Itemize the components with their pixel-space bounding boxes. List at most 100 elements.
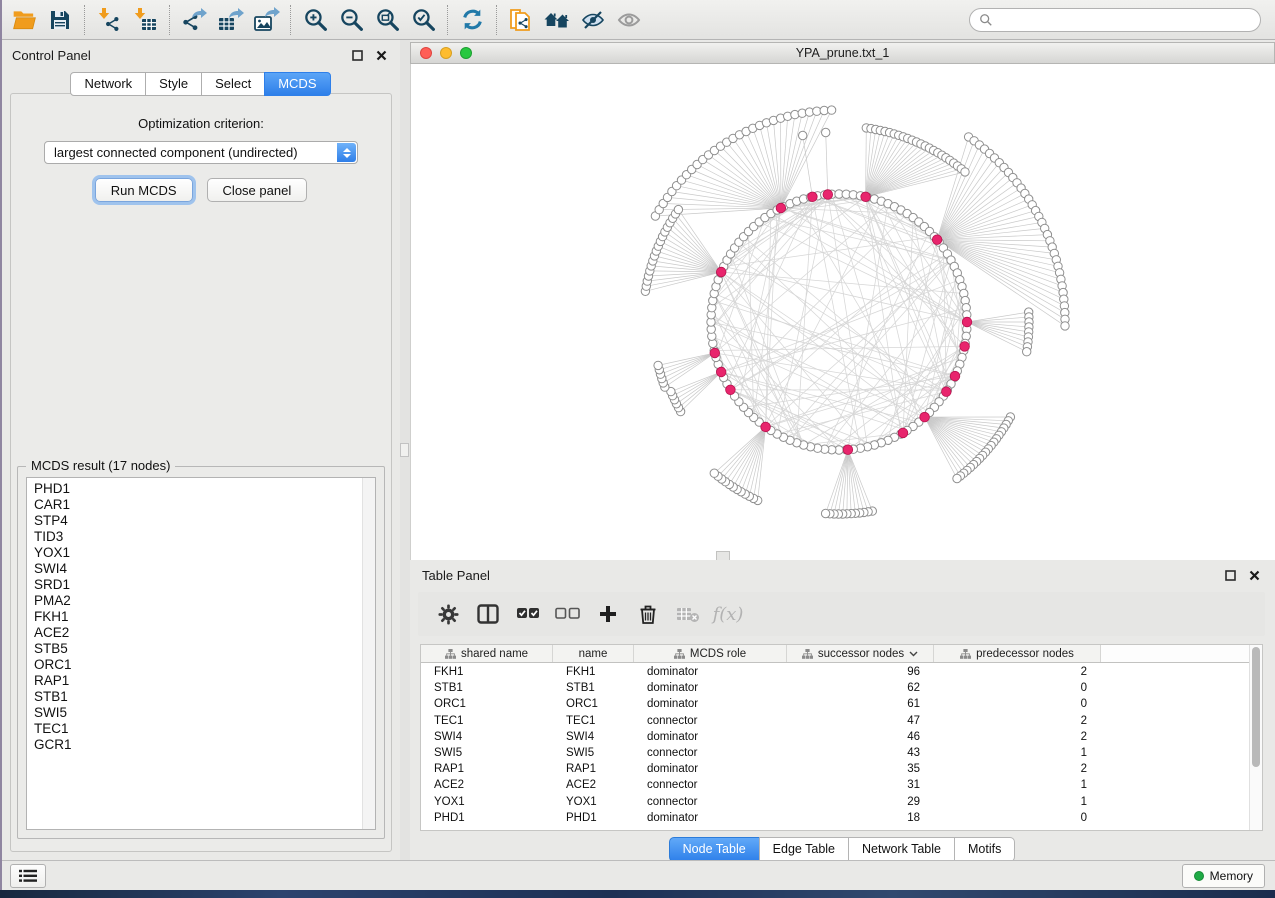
table-row[interactable]: STB1STB1dominator620	[421, 680, 1249, 696]
delete-columns-button[interactable]	[628, 596, 668, 632]
mcds-result-item[interactable]: PHD1	[34, 481, 375, 497]
tab-network[interactable]: Network	[70, 72, 146, 96]
window-close-icon[interactable]	[420, 47, 432, 59]
memory-button[interactable]: Memory	[1182, 864, 1265, 888]
sort-chevron-icon	[909, 651, 918, 657]
hide-selected-button[interactable]	[575, 3, 611, 37]
hide-selected-icon	[580, 8, 606, 32]
table-panel-close-button[interactable]	[1246, 567, 1263, 584]
import-network-file-button[interactable]	[91, 3, 127, 37]
mcds-result-item[interactable]: FKH1	[34, 609, 375, 625]
tab-style[interactable]: Style	[145, 72, 202, 96]
mcds-result-item[interactable]: TEC1	[34, 721, 375, 737]
table-row[interactable]: YOX1YOX1connector291	[421, 794, 1249, 810]
zoom-selected-button[interactable]	[405, 3, 441, 37]
panel-divider[interactable]	[400, 40, 410, 860]
table-row[interactable]: TEC1TEC1connector472	[421, 713, 1249, 729]
zoom-fit-button[interactable]	[369, 3, 405, 37]
network-canvas[interactable]	[410, 64, 1275, 560]
tab-select[interactable]: Select	[201, 72, 265, 96]
mcds-panel: Optimization criterion: largest connecte…	[10, 93, 392, 852]
run-mcds-button[interactable]: Run MCDS	[95, 178, 193, 202]
column-header-shared-name[interactable]: shared name	[421, 645, 553, 662]
table-cell: 1	[934, 779, 1101, 791]
zoom-out-button[interactable]	[333, 3, 369, 37]
panel-list-button[interactable]	[10, 864, 46, 888]
toolbar-separator	[290, 5, 291, 35]
mcds-result-item[interactable]: YOX1	[34, 545, 375, 561]
control-panel-close-button[interactable]	[373, 47, 390, 64]
tab-mcds[interactable]: MCDS	[264, 72, 330, 96]
criterion-dropdown-value: largest connected component (undirected)	[45, 142, 357, 163]
table-row[interactable]: SWI4SWI4dominator462	[421, 729, 1249, 745]
column-header-predecessor-nodes[interactable]: predecessor nodes	[934, 645, 1101, 662]
mcds-result-list[interactable]: PHD1CAR1STP4TID3YOX1SWI4SRD1PMA2FKH1ACE2…	[26, 477, 376, 830]
tab-edge-table[interactable]: Edge Table	[759, 837, 849, 862]
zoom-in-button[interactable]	[297, 3, 333, 37]
table-row[interactable]: ACE2ACE2connector311	[421, 777, 1249, 793]
table-settings-button[interactable]	[428, 596, 468, 632]
mcds-result-item[interactable]: RAP1	[34, 673, 375, 689]
search-box[interactable]	[969, 8, 1261, 32]
mcds-list-scrollbar[interactable]	[362, 478, 375, 829]
export-table-button[interactable]	[212, 3, 248, 37]
table-row[interactable]: SWI5SWI5connector431	[421, 745, 1249, 761]
close-panel-button[interactable]: Close panel	[207, 178, 308, 202]
tab-motifs[interactable]: Motifs	[954, 837, 1015, 862]
add-column-button[interactable]	[588, 596, 628, 632]
column-header-name[interactable]: name	[553, 645, 634, 662]
table-row[interactable]: PHD1PHD1dominator180	[421, 810, 1249, 826]
clone-network-button[interactable]	[503, 3, 539, 37]
window-minimize-icon[interactable]	[440, 47, 452, 59]
toolbar-separator	[447, 5, 448, 35]
mcds-result-item[interactable]: STB5	[34, 641, 375, 657]
show-all-hidden-button[interactable]	[611, 3, 647, 37]
network-graph[interactable]	[411, 64, 1275, 560]
toggle-columns-button[interactable]	[468, 596, 508, 632]
mcds-result-item[interactable]: SWI5	[34, 705, 375, 721]
control-panel-float-button[interactable]	[349, 47, 366, 64]
list-icon	[19, 869, 37, 883]
import-table-file-button[interactable]	[127, 3, 163, 37]
select-all-button[interactable]	[508, 596, 548, 632]
mcds-result-item[interactable]: STP4	[34, 513, 375, 529]
export-image-button[interactable]	[248, 3, 284, 37]
criterion-dropdown[interactable]: largest connected component (undirected)	[44, 141, 358, 164]
table-cell: SWI4	[553, 731, 634, 743]
open-session-button[interactable]	[6, 3, 42, 37]
table-scrollbar-thumb[interactable]	[1252, 647, 1260, 767]
table-row[interactable]: FKH1FKH1dominator962	[421, 664, 1249, 680]
mcds-result-item[interactable]: SWI4	[34, 561, 375, 577]
save-session-button[interactable]	[42, 3, 78, 37]
show-all-networks-button[interactable]	[539, 3, 575, 37]
clone-network-icon	[508, 7, 534, 33]
table-row[interactable]: RAP1RAP1dominator352	[421, 761, 1249, 777]
table-panel-float-button[interactable]	[1222, 567, 1239, 584]
mcds-result-item[interactable]: CAR1	[34, 497, 375, 513]
tab-node-table[interactable]: Node Table	[669, 837, 760, 862]
table-cell: PHD1	[421, 812, 553, 824]
mcds-result-item[interactable]: SRD1	[34, 577, 375, 593]
mcds-result-item[interactable]: STB1	[34, 689, 375, 705]
control-panel-title: Control Panel	[12, 48, 342, 63]
mcds-result-item[interactable]: TID3	[34, 529, 375, 545]
table-cell: SWI4	[421, 731, 553, 743]
mcds-result-item[interactable]: ORC1	[34, 657, 375, 673]
table-cell: dominator	[634, 698, 787, 710]
panel-divider-handle[interactable]	[400, 443, 409, 457]
refresh-layout-button[interactable]	[454, 3, 490, 37]
column-header-successor-nodes[interactable]: successor nodes	[787, 645, 934, 662]
search-input[interactable]	[998, 11, 1251, 29]
export-network-button[interactable]	[176, 3, 212, 37]
tab-network-table[interactable]: Network Table	[848, 837, 955, 862]
column-label: successor nodes	[818, 648, 904, 660]
mcds-result-item[interactable]: GCR1	[34, 737, 375, 753]
table-row[interactable]: ORC1ORC1dominator610	[421, 696, 1249, 712]
mcds-result-item[interactable]: ACE2	[34, 625, 375, 641]
column-header-mcds-role[interactable]: MCDS role	[634, 645, 787, 662]
table-cell: 18	[787, 812, 934, 824]
deselect-all-button[interactable]	[548, 596, 588, 632]
window-zoom-icon[interactable]	[460, 47, 472, 59]
right-column: YPA_prune.txt_1 Table Panel f(x) sh	[410, 40, 1275, 860]
mcds-result-item[interactable]: PMA2	[34, 593, 375, 609]
